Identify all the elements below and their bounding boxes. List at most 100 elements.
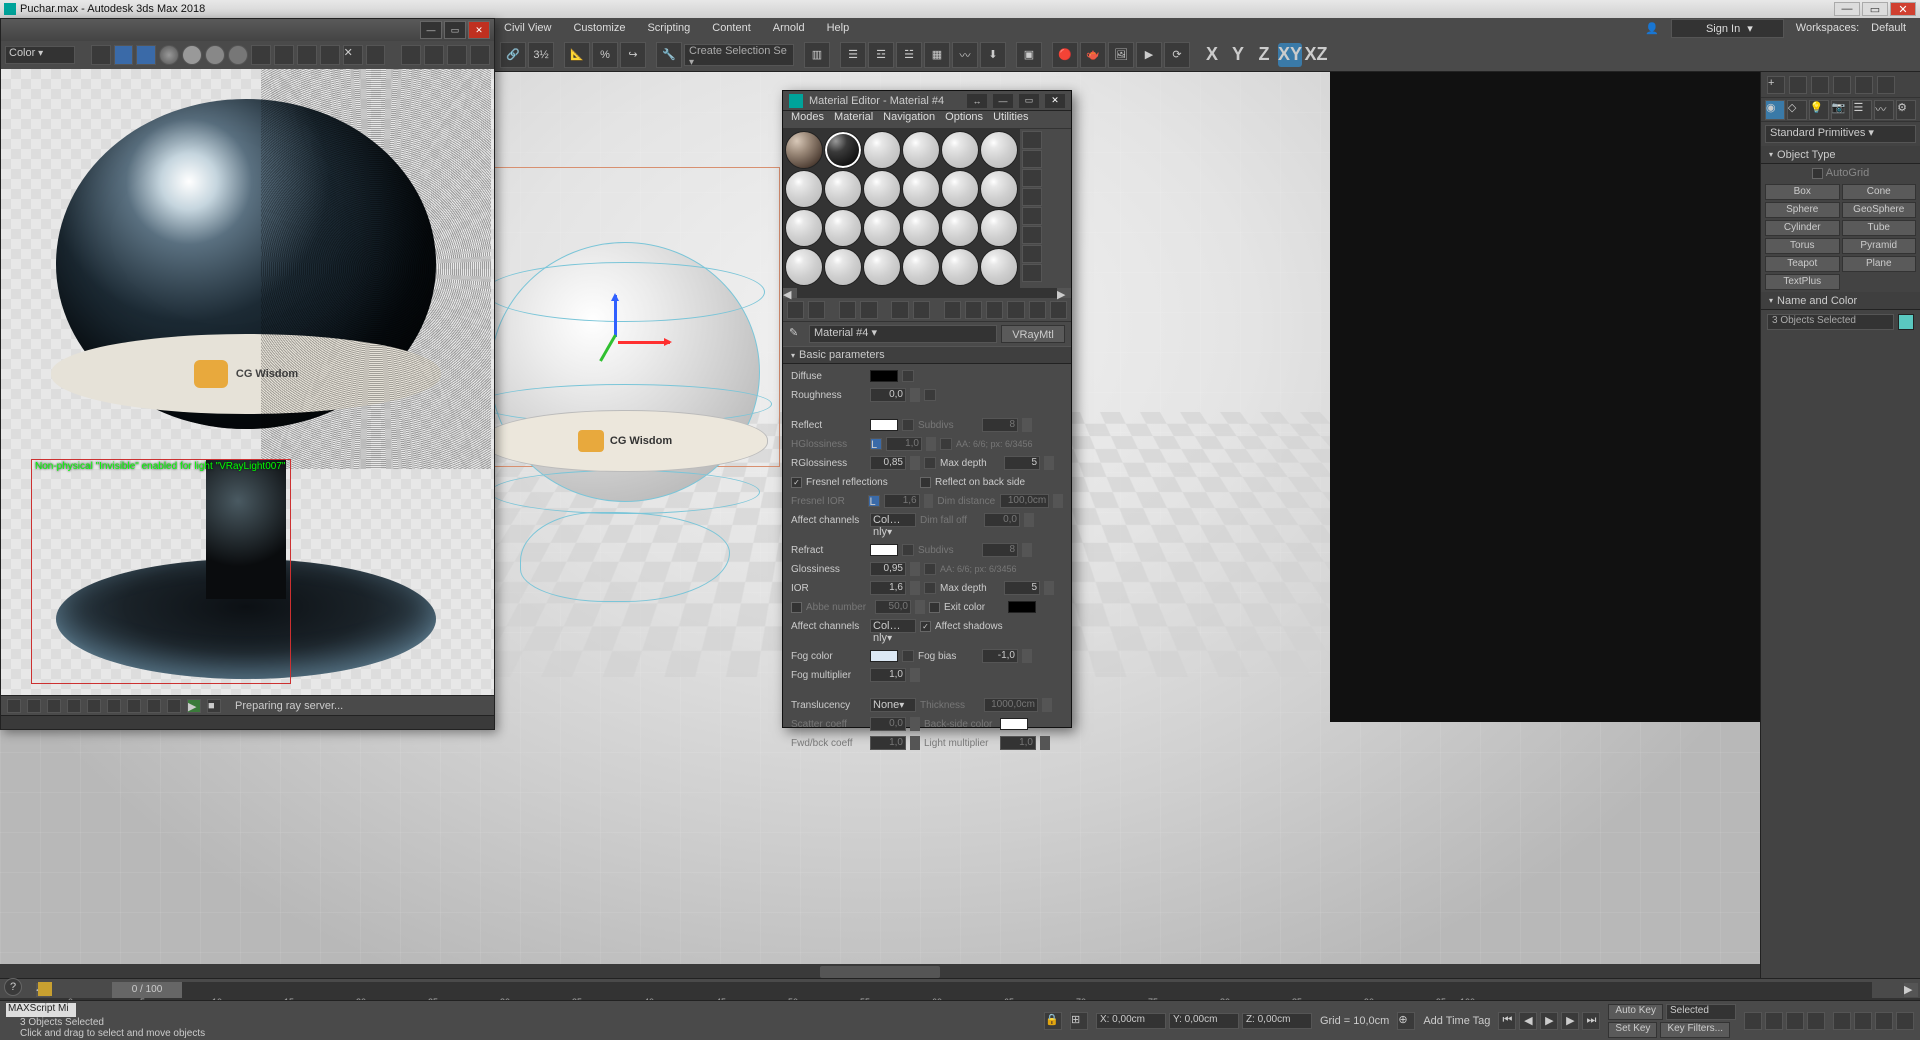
create-tube[interactable]: Tube: [1842, 220, 1917, 236]
menu-arnold[interactable]: Arnold: [769, 20, 809, 36]
render-stop[interactable]: ■: [207, 699, 221, 713]
keymode-dropdown[interactable]: Selected: [1666, 1004, 1736, 1020]
rollout-basic-params[interactable]: Basic parameters: [783, 346, 1071, 364]
time-next[interactable]: ▶: [1904, 983, 1918, 997]
exitcolor-checkbox[interactable]: [929, 602, 940, 613]
tab-cameras[interactable]: 📷: [1831, 100, 1851, 120]
addtag-icon[interactable]: ⊕: [1397, 1012, 1415, 1030]
sample-slot[interactable]: [902, 170, 940, 208]
render-minimize[interactable]: —: [420, 21, 442, 39]
reflect-map[interactable]: [902, 419, 914, 431]
category-dropdown[interactable]: Standard Primitives ▾: [1765, 125, 1916, 143]
pick-material-icon[interactable]: ✎: [789, 326, 805, 342]
object-name-field[interactable]: 3 Objects Selected: [1767, 314, 1894, 330]
render-channel-b[interactable]: [228, 45, 248, 65]
fresnelior-spinner[interactable]: 1,6: [884, 494, 919, 508]
matedit-menu-material[interactable]: Material: [834, 111, 873, 128]
create-torus[interactable]: Torus: [1765, 238, 1840, 254]
gizmo-y-axis[interactable]: [599, 334, 617, 361]
menu-customize[interactable]: Customize: [569, 20, 629, 36]
tool-mirror[interactable]: ▥: [804, 42, 830, 68]
viewport-nav-2[interactable]: [1765, 1012, 1783, 1030]
tool-align2[interactable]: ☲: [868, 42, 894, 68]
render-prev[interactable]: [7, 699, 21, 713]
transform-gizmo[interactable]: [594, 317, 674, 397]
render-maximize[interactable]: ▭: [444, 21, 466, 39]
viewport-nav-7[interactable]: [1875, 1012, 1893, 1030]
tool-schematic[interactable]: ▣: [1016, 42, 1042, 68]
render-channel-g[interactable]: [205, 45, 225, 65]
menu-help[interactable]: Help: [823, 20, 854, 36]
render-close[interactable]: ✕: [468, 21, 490, 39]
gizmo-x-axis[interactable]: [618, 341, 670, 344]
affect2-dropdown[interactable]: Col…nly▾: [870, 619, 916, 633]
material-type-button[interactable]: VRayMtl: [1001, 325, 1065, 343]
exitcolor-swatch[interactable]: [1008, 601, 1036, 613]
sample-options[interactable]: [1022, 226, 1042, 244]
render-image[interactable]: CG Wisdom Non-physical "Invisible" enabl…: [1, 69, 494, 695]
tool-layers[interactable]: ▦: [924, 42, 950, 68]
matedit-max[interactable]: ▭: [1019, 94, 1039, 108]
goto-start[interactable]: ⏮: [1498, 1012, 1516, 1030]
create-geosphere[interactable]: GeoSphere: [1842, 202, 1917, 218]
time-thumb[interactable]: 0 / 100: [112, 982, 182, 998]
sample-slot[interactable]: [824, 209, 862, 247]
matedit-menu-modes[interactable]: Modes: [791, 111, 824, 128]
goto-end[interactable]: ⏭: [1582, 1012, 1600, 1030]
isolate-toggle[interactable]: ⊞: [1070, 1012, 1088, 1030]
reflect-color[interactable]: [870, 419, 898, 431]
render-prev2[interactable]: [27, 699, 41, 713]
tool-material-editor[interactable]: 🔴: [1052, 42, 1078, 68]
affect-dropdown[interactable]: Col…nly▾: [870, 513, 916, 527]
minimize-button[interactable]: —: [1834, 2, 1860, 16]
sample-slot-selected[interactable]: [824, 131, 862, 169]
render-tool-2[interactable]: [114, 45, 134, 65]
sample-slot[interactable]: [824, 170, 862, 208]
tool-percent-snap[interactable]: ↪: [620, 42, 646, 68]
sample-slot[interactable]: [980, 248, 1018, 286]
show-end[interactable]: [1007, 301, 1024, 319]
maxdepth-spinner[interactable]: 5: [1004, 456, 1040, 470]
hgloss-spinner[interactable]: 1,0: [886, 437, 922, 451]
subdivs-spinner[interactable]: 8: [982, 418, 1018, 432]
sample-backlight[interactable]: [1022, 150, 1042, 168]
object-color-swatch[interactable]: [1898, 314, 1914, 330]
axis-x[interactable]: X: [1200, 43, 1224, 67]
sample-slot[interactable]: [980, 131, 1018, 169]
render-region[interactable]: [401, 45, 421, 65]
abbe-spinner[interactable]: 50,0: [875, 600, 911, 614]
sample-slot[interactable]: [980, 170, 1018, 208]
affectshadow-checkbox[interactable]: ✓: [920, 621, 931, 632]
show-map[interactable]: [986, 301, 1003, 319]
sample-slot[interactable]: [941, 248, 979, 286]
viewport-nav-4[interactable]: [1807, 1012, 1825, 1030]
keyfilters-button[interactable]: Key Filters...: [1660, 1022, 1730, 1038]
tool-align[interactable]: ☰: [840, 42, 866, 68]
backside-checkbox[interactable]: [920, 477, 931, 488]
render-prev5[interactable]: [87, 699, 101, 713]
backsidecolor-swatch[interactable]: [1000, 718, 1028, 730]
sample-mtlmap[interactable]: [1022, 264, 1042, 282]
matedit-close[interactable]: ✕: [1045, 94, 1065, 108]
create-cone[interactable]: Cone: [1842, 184, 1917, 200]
ior-spinner[interactable]: 1,6: [870, 581, 906, 595]
matedit-menu-utilities[interactable]: Utilities: [993, 111, 1028, 128]
sample-slot[interactable]: [902, 131, 940, 169]
render-prev9[interactable]: [167, 699, 181, 713]
viewport-nav-5[interactable]: [1833, 1012, 1851, 1030]
render-print[interactable]: [366, 45, 386, 65]
axis-xz[interactable]: XZ: [1304, 43, 1328, 67]
render-region4[interactable]: [470, 45, 490, 65]
fresnel-checkbox[interactable]: ✓: [791, 477, 802, 488]
render-prev4[interactable]: [67, 699, 81, 713]
render-channel-rgb[interactable]: [159, 45, 179, 65]
tab-helpers[interactable]: ☰: [1852, 100, 1872, 120]
tab-lights[interactable]: 💡: [1809, 100, 1829, 120]
diffuse-map[interactable]: [902, 370, 914, 382]
tool-render-frame[interactable]: 🖼: [1108, 42, 1134, 68]
maxscript-listener[interactable]: MAXScript Mi: [6, 1003, 76, 1017]
fogcolor-swatch[interactable]: [870, 650, 898, 662]
menu-content[interactable]: Content: [708, 20, 755, 36]
gizmo-z-axis[interactable]: [614, 295, 617, 337]
fogmult-spinner[interactable]: 1,0: [870, 668, 906, 682]
